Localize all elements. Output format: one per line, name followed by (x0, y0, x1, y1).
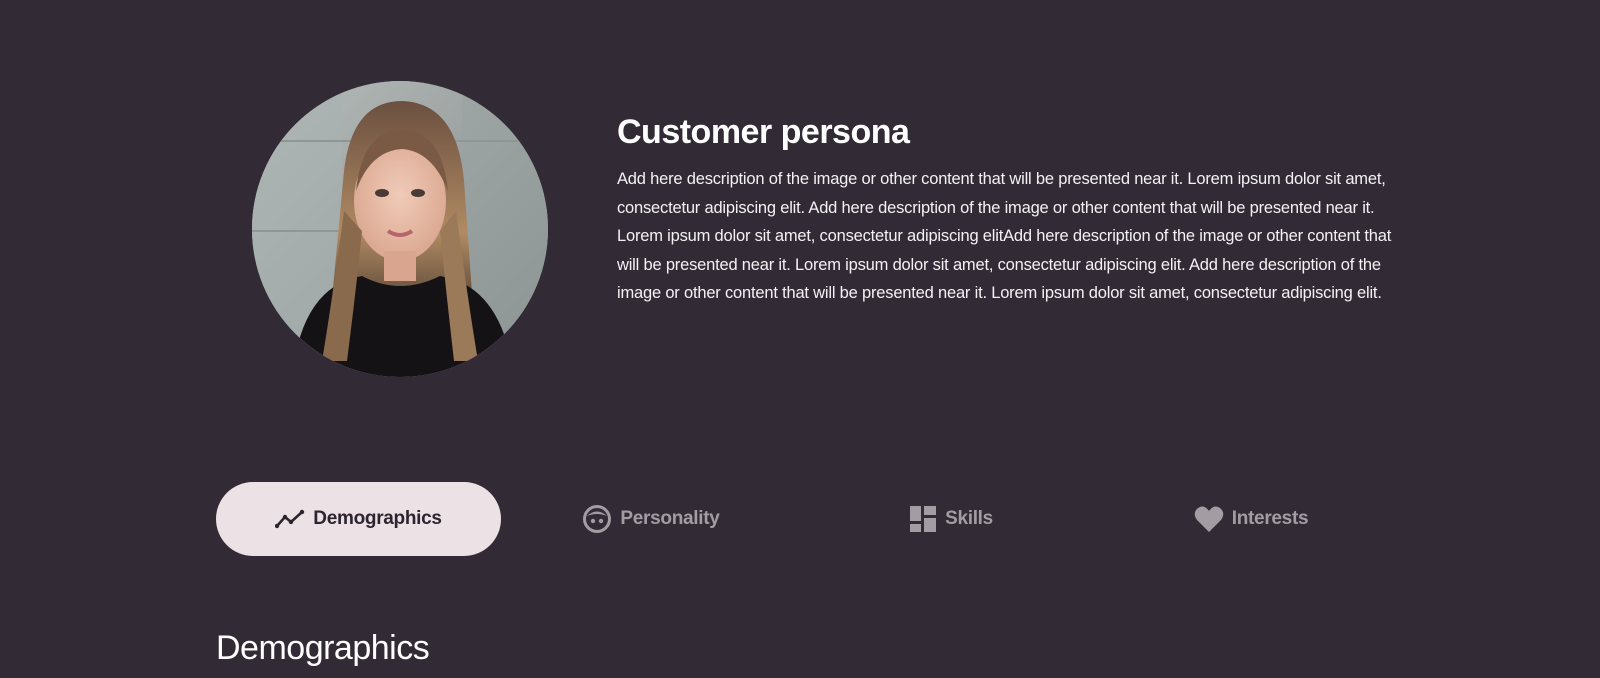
persona-photo (252, 81, 548, 377)
trend-line-icon (275, 509, 305, 529)
face-icon (582, 504, 612, 534)
tab-label-skills: Skills (945, 508, 993, 529)
tab-label-demographics: Demographics (313, 508, 442, 529)
page: Customer persona Add here description of… (0, 0, 1600, 678)
dashboard-grid-icon (909, 505, 937, 533)
tab-bar: Demographics Personality Skills Interest… (216, 482, 1401, 556)
tab-interests[interactable]: Interests (1101, 482, 1401, 556)
heart-icon (1194, 505, 1224, 533)
tab-label-personality: Personality (620, 508, 720, 529)
intro-block: Customer persona Add here description of… (617, 112, 1397, 308)
tab-skills[interactable]: Skills (801, 482, 1101, 556)
page-title: Customer persona (617, 113, 910, 151)
tab-personality[interactable]: Personality (501, 482, 801, 556)
tab-label-interests: Interests (1231, 508, 1309, 529)
section-heading: Demographics (216, 629, 430, 667)
tab-demographics[interactable]: Demographics (216, 482, 501, 556)
persona-description: Add here description of the image or oth… (617, 170, 1392, 302)
